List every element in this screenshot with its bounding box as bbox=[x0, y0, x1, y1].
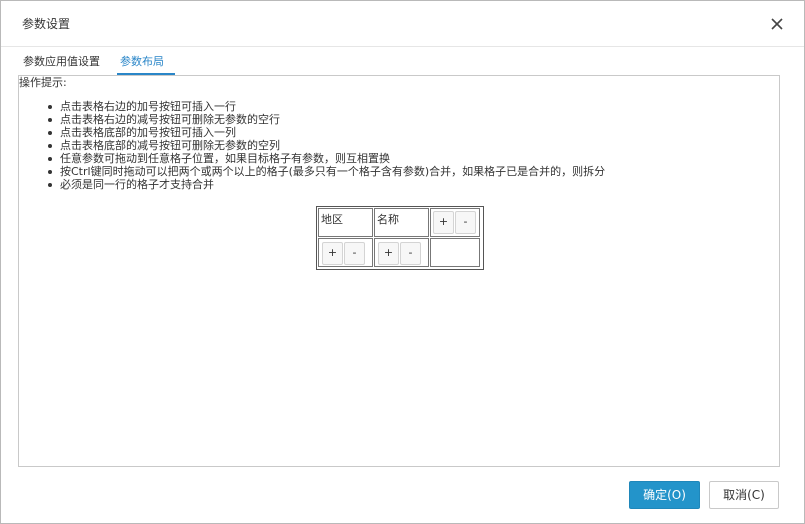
hint-title: 操作提示: bbox=[19, 76, 67, 89]
hint-list: 点击表格右边的加号按钮可插入一行 点击表格右边的减号按钮可删除无参数的空行 点击… bbox=[47, 100, 606, 191]
hint-item: 点击表格右边的加号按钮可插入一行 bbox=[47, 100, 605, 113]
cancel-button[interactable]: 取消(C) bbox=[709, 481, 779, 509]
remove-column-button[interactable]: - bbox=[400, 242, 421, 265]
hint-item: 必须是同一行的格子才支持合并 bbox=[47, 178, 605, 191]
parameter-layout-grid: 地区 名称 + - + - + - bbox=[316, 206, 484, 270]
row-controls-cell: + - bbox=[430, 208, 480, 237]
tab-parameter-layout[interactable]: 参数布局 bbox=[120, 53, 164, 73]
grid-cell-label: 地区 bbox=[321, 213, 343, 226]
remove-column-button[interactable]: - bbox=[344, 242, 365, 265]
dialog-title: 参数设置 bbox=[22, 17, 71, 31]
hint-item: 任意参数可拖动到任意格子位置，如果目标格子有参数，则互相置换 bbox=[47, 152, 605, 165]
add-row-button[interactable]: + bbox=[433, 211, 454, 234]
column-controls-cell: + - bbox=[318, 238, 373, 267]
hint-item: 点击表格底部的减号按钮可删除无参数的空列 bbox=[47, 139, 605, 152]
tab-parameter-values[interactable]: 参数应用值设置 bbox=[23, 53, 100, 73]
add-column-button[interactable]: + bbox=[322, 242, 343, 265]
layout-panel: 操作提示: 点击表格右边的加号按钮可插入一行 点击表格右边的减号按钮可删除无参数… bbox=[18, 75, 780, 467]
close-icon[interactable] bbox=[767, 14, 787, 34]
hint-item: 点击表格右边的减号按钮可删除无参数的空行 bbox=[47, 113, 605, 126]
hint-item: 按Ctrl键同时拖动可以把两个或两个以上的格子(最多只有一个格子含有参数)合并，… bbox=[47, 165, 606, 178]
ok-button[interactable]: 确定(O) bbox=[629, 481, 700, 509]
grid-cell-region[interactable]: 地区 bbox=[318, 208, 373, 237]
grid-cell-name[interactable]: 名称 bbox=[374, 208, 429, 237]
parameter-settings-dialog: 参数设置 参数应用值设置 参数布局 操作提示: 点击表格右边的加号按钮可插入一行… bbox=[0, 0, 805, 524]
hint-item: 点击表格底部的加号按钮可插入一列 bbox=[47, 126, 605, 139]
titlebar-divider bbox=[1, 46, 804, 47]
column-controls-cell: + - bbox=[374, 238, 429, 267]
empty-cell bbox=[430, 238, 480, 267]
grid-cell-label: 名称 bbox=[377, 213, 399, 226]
remove-row-button[interactable]: - bbox=[455, 211, 476, 234]
add-column-button[interactable]: + bbox=[378, 242, 399, 265]
